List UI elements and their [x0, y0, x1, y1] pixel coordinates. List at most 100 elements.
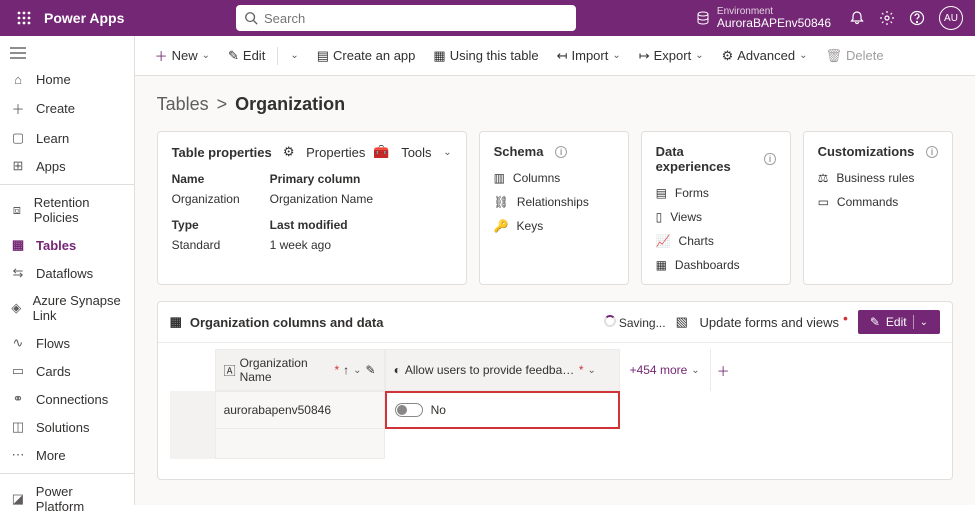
sidebar-item-power-platform[interactable]: ◪Power Platform [0, 478, 134, 520]
name-label: Name [172, 172, 240, 186]
waffle-icon[interactable] [8, 11, 40, 25]
update-forms-button[interactable]: ▧ Update forms and views• [676, 314, 848, 330]
solutions-icon: ◫ [10, 419, 26, 435]
edit-grid-label: Edit [886, 315, 907, 329]
edit-grid-button[interactable]: ✎ Edit ⌄ [858, 310, 940, 334]
sidebar-item-learn[interactable]: ▢Learn [0, 124, 134, 152]
views-link[interactable]: ▯Views [656, 210, 776, 224]
sidebar-item-cards[interactable]: ▭Cards [0, 357, 134, 385]
sidebar-item-solutions[interactable]: ◫Solutions [0, 413, 134, 441]
dashboards-link[interactable]: ▦Dashboards [656, 258, 776, 272]
breadcrumb-parent[interactable]: Tables [157, 94, 209, 115]
more-columns-button[interactable]: +454 more⌄ [620, 349, 710, 391]
properties-button[interactable]: ⚙ Properties [283, 144, 366, 160]
hamburger-icon[interactable] [0, 40, 134, 66]
forms-link[interactable]: ▤Forms [656, 186, 776, 200]
table-icon: ▦ [433, 48, 445, 64]
schema-relationships-link[interactable]: ⛓Relationships [494, 195, 614, 209]
info-icon[interactable]: i [555, 146, 567, 158]
sidebar-item-label: Retention Policies [34, 195, 124, 225]
import-label: Import [572, 48, 609, 63]
tables-icon: ▦ [10, 237, 26, 253]
schema-card: Schema i ▥Columns ⛓Relationships 🔑Keys [479, 131, 629, 285]
edit-button[interactable]: ✎Edit [220, 44, 273, 68]
more-icon: ⋯ [10, 447, 26, 463]
sidebar-item-connections[interactable]: ⚭Connections [0, 385, 134, 413]
sidebar-item-flows[interactable]: ∿Flows [0, 329, 134, 357]
sidebar-item-retention[interactable]: ⧈Retention Policies [0, 189, 134, 231]
help-icon[interactable] [909, 10, 925, 26]
link-label: Dashboards [675, 258, 740, 272]
app-icon: ▤ [317, 48, 329, 64]
link-label: Forms [675, 186, 709, 200]
chevron-down-icon: ⌄ [695, 50, 703, 61]
sidebar-item-label: Apps [36, 159, 66, 174]
name-value: Organization [172, 192, 240, 206]
chevron-down-icon: ⌄ [612, 50, 620, 61]
edit-split-chevron[interactable]: ⌄ [282, 46, 306, 65]
environment-icon [695, 10, 711, 26]
sidebar-item-dataflows[interactable]: ⇆Dataflows [0, 259, 134, 287]
business-rules-link[interactable]: ⚖Business rules [818, 171, 938, 185]
sidebar-item-apps[interactable]: ⊞ Apps [0, 152, 134, 180]
charts-link[interactable]: 📈Charts [656, 234, 776, 248]
new-button[interactable]: ＋New⌄ [147, 42, 218, 69]
edit-column-icon[interactable]: ✎ [366, 363, 376, 377]
notifications-icon[interactable] [849, 10, 865, 26]
environment-picker[interactable]: Environment AuroraBAPEnv50846 [695, 6, 831, 30]
type-value: Standard [172, 238, 240, 252]
pencil-icon: ✎ [870, 315, 880, 329]
sidebar-item-more[interactable]: ⋯More [0, 441, 134, 469]
column-header-feedback[interactable]: ◐Allow users to provide feedback for App… [385, 349, 620, 391]
sidebar-item-create[interactable]: ＋Create [0, 93, 134, 124]
tools-button[interactable]: 🧰 Tools ⌄ [373, 144, 451, 160]
column-header-orgname[interactable]: 🄰Organization Name*↑⌄✎ [215, 349, 385, 391]
customizations-card: Customizations i ⚖Business rules ▭Comman… [803, 131, 953, 285]
toggle-off-icon[interactable] [395, 403, 423, 417]
delete-button: 🗑 Delete [817, 44, 891, 68]
card-title: Schema [494, 144, 544, 159]
using-table-label: Using this table [450, 48, 539, 63]
cell-feedback-toggle[interactable]: No [385, 391, 620, 429]
cell-orgname[interactable]: aurorabapenv50846 [215, 391, 385, 429]
delete-label: Delete [846, 48, 884, 63]
environment-name: AuroraBAPEnv50846 [717, 17, 831, 30]
schema-keys-link[interactable]: 🔑Keys [494, 219, 614, 233]
card-title: Customizations [818, 144, 915, 159]
sidebar-item-home[interactable]: ⌂Home [0, 66, 134, 93]
link-label: Charts [679, 234, 714, 248]
export-icon: ↦ [639, 48, 650, 64]
sidebar-item-label: Cards [36, 364, 71, 379]
breadcrumb-separator: > [217, 94, 228, 115]
home-icon: ⌂ [10, 72, 26, 87]
schema-columns-link[interactable]: ▥Columns [494, 171, 614, 185]
settings-icon[interactable] [879, 10, 895, 26]
using-table-button[interactable]: ▦ Using this table [425, 44, 546, 68]
apps-icon: ⊞ [10, 158, 26, 174]
avatar[interactable]: AU [939, 6, 963, 30]
add-column-button[interactable]: ＋ [710, 349, 736, 391]
export-button[interactable]: ↦Export⌄ [631, 44, 712, 68]
primary-label: Primary column [270, 172, 373, 186]
sidebar-item-synapse[interactable]: ◈Azure Synapse Link [0, 287, 134, 329]
sidebar-item-tables[interactable]: ▦Tables [0, 231, 134, 259]
commands-link[interactable]: ▭Commands [818, 195, 938, 209]
card-title: Data experiences [656, 144, 753, 174]
import-button[interactable]: ↤ Import⌄ [549, 44, 629, 68]
import-icon: ↤ [557, 48, 568, 64]
keys-icon: 🔑 [494, 219, 509, 233]
advanced-button[interactable]: ⚙Advanced⌄ [714, 44, 816, 68]
chevron-down-icon[interactable]: ⌄ [920, 317, 928, 328]
search-field[interactable] [264, 11, 568, 26]
trash-icon: 🗑 [825, 48, 842, 64]
sidebar-item-label: Flows [36, 336, 70, 351]
properties-label: Properties [306, 145, 365, 160]
search-input[interactable] [236, 5, 576, 31]
info-icon[interactable]: i [764, 153, 775, 165]
link-label: Commands [837, 195, 898, 209]
card-title: Table properties [172, 145, 272, 160]
info-icon[interactable]: i [926, 146, 938, 158]
pencil-icon: ✎ [228, 48, 239, 64]
create-app-button[interactable]: ▤Create an app [309, 44, 424, 68]
data-grid-card: ▦Organization columns and data Saving...… [157, 301, 953, 480]
